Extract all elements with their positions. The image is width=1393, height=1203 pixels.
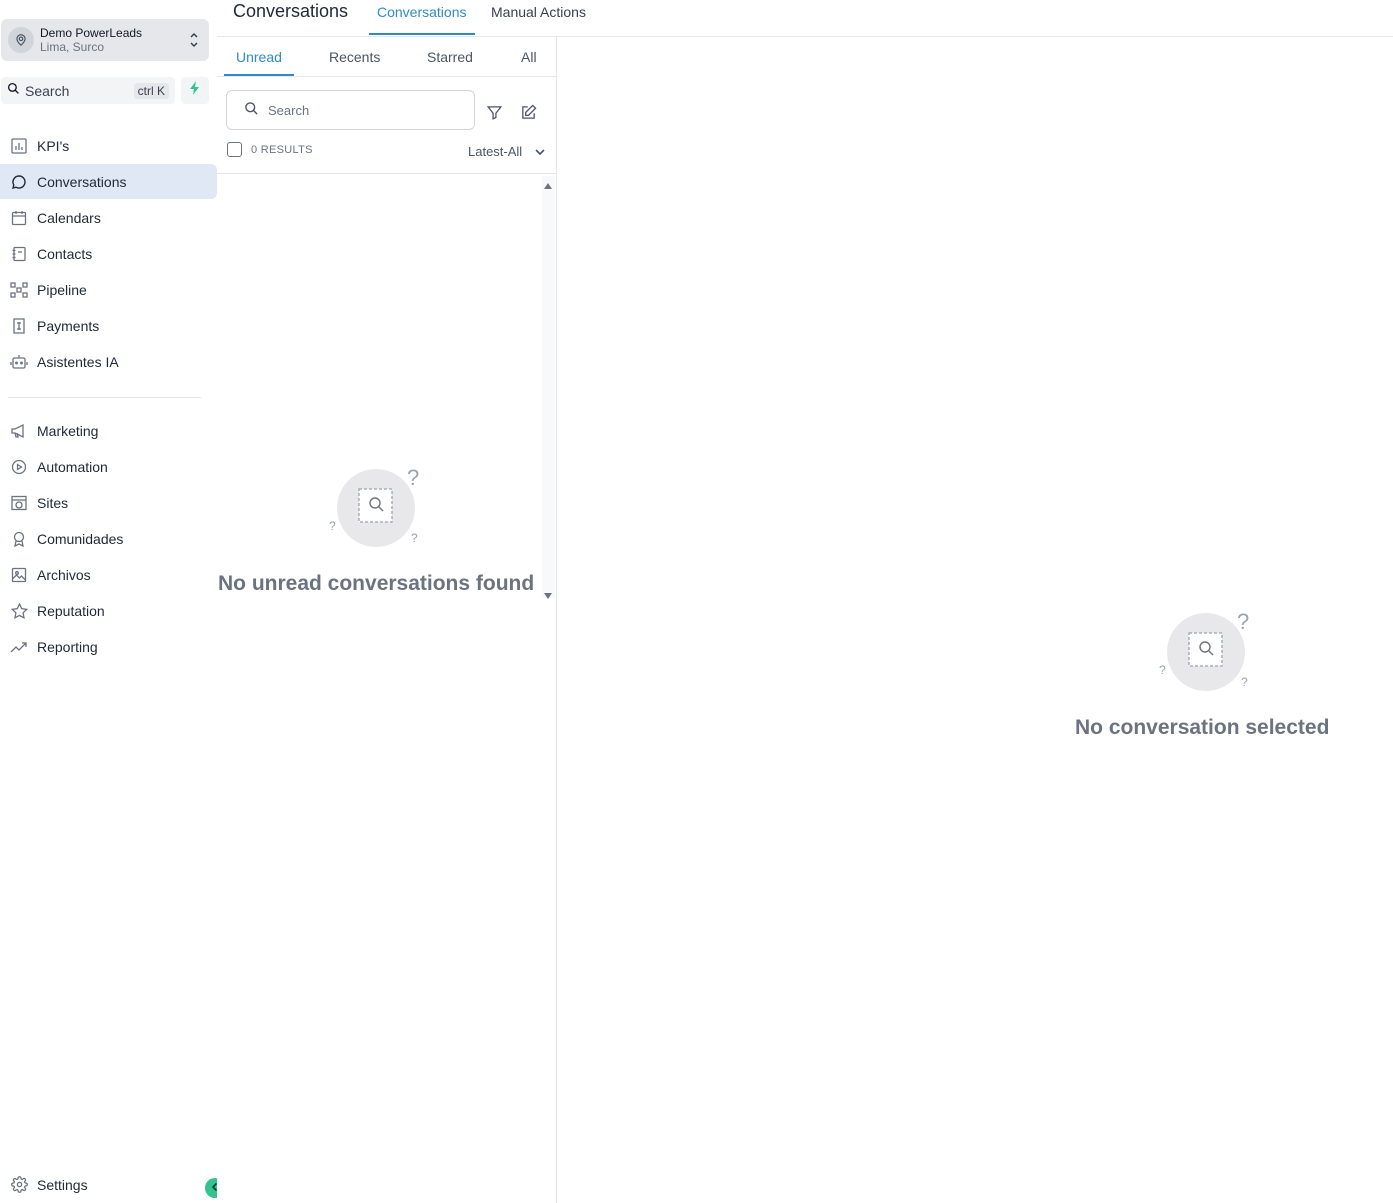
- chevron-updown-icon: [187, 31, 201, 49]
- nav-item-payments[interactable]: Payments: [0, 308, 217, 343]
- trend-up-icon: [10, 638, 28, 656]
- tab-starred[interactable]: Starred: [427, 49, 473, 65]
- nav-label: Pipeline: [37, 281, 87, 298]
- chevron-down-icon[interactable]: [534, 145, 546, 163]
- nav-item-settings[interactable]: Settings: [0, 1167, 217, 1202]
- sort-dropdown[interactable]: Latest-All: [468, 144, 522, 159]
- nav-item-contacts[interactable]: Contacts: [0, 236, 217, 271]
- svg-text:?: ?: [329, 519, 336, 533]
- chat-bubble-icon: [10, 173, 28, 191]
- bar-chart-icon: [10, 137, 28, 155]
- search-placeholder: Search: [268, 102, 310, 118]
- calendar-icon: [10, 209, 28, 227]
- nav-item-kpis[interactable]: KPI's: [0, 128, 217, 163]
- nav-label: Reputation: [37, 602, 105, 619]
- pipeline-icon: [10, 281, 28, 299]
- image-icon: [10, 566, 28, 584]
- nav-label: Marketing: [37, 422, 99, 439]
- robot-icon: [10, 353, 28, 371]
- filter-icon: [486, 104, 503, 126]
- empty-list-message: No unread conversations found: [218, 572, 535, 595]
- global-search[interactable]: Search ctrl K: [1, 77, 175, 104]
- conversation-list-panel: Unread Recents Starred All Search 0 RESU…: [217, 37, 557, 1203]
- empty-conversation-illustration-icon: ? ? ?: [1157, 609, 1257, 698]
- select-all-checkbox[interactable]: [227, 142, 242, 157]
- search-icon: [244, 101, 259, 119]
- app-root: Demo PowerLeads Lima, Surco Search ctrl …: [0, 0, 1393, 1203]
- nav-item-archivos[interactable]: Archivos: [0, 557, 217, 592]
- scroll-down-arrow-icon[interactable]: [543, 587, 553, 605]
- account-name: Demo PowerLeads: [40, 26, 143, 40]
- svg-text:?: ?: [407, 465, 419, 490]
- conversation-detail-panel: ? ? ? No conversation selected: [557, 37, 1393, 1203]
- play-circle-icon: [10, 458, 28, 476]
- scroll-up-arrow-icon[interactable]: [543, 177, 553, 195]
- award-icon: [10, 530, 28, 548]
- nav-label: Reporting: [37, 638, 98, 655]
- nav-item-asistentes-ia[interactable]: Asistentes IA: [0, 344, 217, 379]
- edit-icon: [520, 104, 537, 126]
- tab-manual-actions[interactable]: Manual Actions: [491, 4, 586, 20]
- page-title: Conversations: [233, 1, 349, 21]
- nav-label: Sites: [37, 494, 69, 511]
- sidebar: Demo PowerLeads Lima, Surco Search ctrl …: [0, 0, 217, 1203]
- search-icon: [7, 82, 20, 100]
- nav-item-calendars[interactable]: Calendars: [0, 200, 217, 235]
- gear-icon: [10, 1176, 28, 1194]
- nav-item-reputation[interactable]: Reputation: [0, 593, 217, 628]
- svg-text:?: ?: [1241, 675, 1248, 689]
- filter-button[interactable]: [483, 104, 505, 126]
- conversation-search-input[interactable]: Search: [226, 90, 475, 130]
- nav-label: Settings: [37, 1176, 88, 1193]
- nav-label: Comunidades: [37, 530, 124, 547]
- empty-search-illustration-icon: ? ? ?: [327, 465, 427, 554]
- nav-label: Contacts: [37, 245, 93, 262]
- empty-conversation-message: No conversation selected: [1075, 716, 1330, 739]
- results-count: 0 RESULTS: [251, 144, 313, 156]
- nav-label: Automation: [37, 458, 108, 475]
- nav-label: Conversations: [37, 173, 127, 190]
- account-switcher[interactable]: Demo PowerLeads Lima, Surco: [1, 19, 209, 61]
- nav-item-comunidades[interactable]: Comunidades: [0, 521, 217, 556]
- active-subtab-indicator: [224, 74, 294, 76]
- nav-label: Archivos: [37, 566, 91, 583]
- nav-item-marketing[interactable]: Marketing: [0, 413, 217, 448]
- contact-book-icon: [10, 245, 28, 263]
- search-shortcut: ctrl K: [133, 82, 169, 99]
- star-icon: [10, 602, 28, 620]
- svg-text:?: ?: [1159, 663, 1166, 677]
- top-header: Conversations Conversations Manual Actio…: [217, 0, 1393, 37]
- lightning-icon: [189, 81, 201, 100]
- nav-item-conversations[interactable]: Conversations: [0, 164, 217, 199]
- compose-button[interactable]: [517, 104, 539, 126]
- svg-text:?: ?: [1237, 609, 1249, 634]
- location-avatar-icon: [8, 27, 34, 53]
- list-divider: [217, 173, 556, 174]
- tab-all[interactable]: All: [521, 49, 537, 65]
- globe-window-icon: [10, 494, 28, 512]
- sidebar-divider: [8, 397, 201, 398]
- nav-item-pipeline[interactable]: Pipeline: [0, 272, 217, 307]
- quick-actions-button[interactable]: [181, 77, 209, 104]
- nav-label: Calendars: [37, 209, 101, 226]
- nav-item-reporting[interactable]: Reporting: [0, 629, 217, 664]
- tab-recents[interactable]: Recents: [329, 49, 380, 65]
- megaphone-icon: [10, 422, 28, 440]
- nav-item-automation[interactable]: Automation: [0, 449, 217, 484]
- nav-item-sites[interactable]: Sites: [0, 485, 217, 520]
- nav-label: Payments: [37, 317, 100, 334]
- active-tab-indicator: [369, 33, 475, 35]
- nav-label: Asistentes IA: [37, 353, 119, 370]
- account-location: Lima, Surco: [40, 40, 105, 54]
- search-label: Search: [25, 82, 70, 99]
- tab-unread[interactable]: Unread: [236, 49, 282, 65]
- svg-text:?: ?: [411, 531, 418, 545]
- receipt-icon: [10, 317, 28, 335]
- list-filter-tabs: Unread Recents Starred All: [217, 37, 556, 77]
- tab-conversations[interactable]: Conversations: [377, 4, 467, 20]
- nav-label: KPI's: [37, 137, 70, 154]
- list-scrollbar[interactable]: [542, 176, 555, 598]
